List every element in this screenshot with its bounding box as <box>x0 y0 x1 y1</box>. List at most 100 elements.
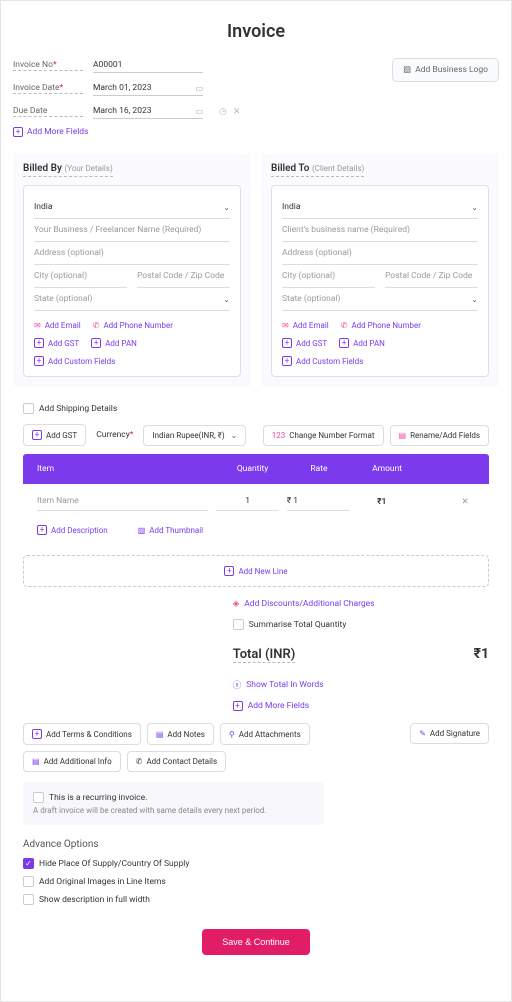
currency-select[interactable]: Indian Rupee(INR, ₹)⌄ <box>143 425 246 446</box>
add-line-button[interactable]: +Add New Line <box>23 555 489 587</box>
chevron-down-icon: ⌄ <box>471 203 478 212</box>
billed-by-add-gst-button[interactable]: +Add GST <box>34 338 79 348</box>
billed-to-add-phone-button[interactable]: ✆Add Phone Number <box>341 321 421 330</box>
total-value: ₹1 <box>474 646 489 662</box>
calendar-icon: ▭ <box>195 84 203 93</box>
billed-by-country-select[interactable]: India⌄ <box>34 196 230 219</box>
page-title: Invoice <box>13 21 499 42</box>
billed-to-address-input[interactable]: Address (optional) <box>282 242 478 265</box>
invoice-no-input[interactable]: A00001 <box>93 58 203 73</box>
invoice-date-label: Invoice Date* <box>13 83 83 94</box>
add-attachments-button[interactable]: ⚲Add Attachments <box>220 723 310 745</box>
summarise-checkbox[interactable]: Summarise Total Quantity <box>233 619 489 630</box>
billed-by-state-select[interactable]: State (optional)⌄ <box>34 288 230 311</box>
add-logo-button[interactable]: ▨ Add Business Logo <box>392 58 499 82</box>
pen-icon: ✎ <box>419 729 426 738</box>
billed-by-add-pan-button[interactable]: +Add PAN <box>91 338 137 348</box>
add-contact-button[interactable]: ✆Add Contact Details <box>127 751 226 772</box>
billed-to-add-gst-button[interactable]: +Add GST <box>282 338 327 348</box>
image-icon: ▨ <box>403 65 411 75</box>
billed-by-city-input[interactable]: City (optional) <box>34 265 127 288</box>
chevron-down-icon: ⌄ <box>231 431 238 440</box>
billed-to-city-input[interactable]: City (optional) <box>282 265 375 288</box>
billed-to-add-custom-button[interactable]: +Add Custom Fields <box>282 356 363 366</box>
number-icon: 123 <box>272 431 286 440</box>
checkbox-checked-icon: ✓ <box>23 858 34 869</box>
advance-options-title: Advance Options <box>23 839 489 850</box>
checkbox-icon <box>33 792 44 803</box>
billed-to-add-email-button[interactable]: ✉Add Email <box>282 321 329 330</box>
invoice-date-input[interactable]: March 01, 2023▭ <box>93 81 203 96</box>
plus-icon: + <box>224 566 234 576</box>
billed-to-title: Billed To (Client Details) <box>271 163 364 177</box>
billed-to-country-select[interactable]: India⌄ <box>282 196 478 219</box>
billed-to-state-select[interactable]: State (optional)⌄ <box>282 288 478 311</box>
billed-to-add-pan-button[interactable]: +Add PAN <box>339 338 385 348</box>
full-width-checkbox[interactable]: Show description in full width <box>23 894 489 905</box>
add-more-fields-total-button[interactable]: +Add More Fields <box>233 701 489 711</box>
phone-icon: ✆ <box>93 321 100 330</box>
add-notes-button[interactable]: ▤Add Notes <box>147 723 214 745</box>
save-continue-button[interactable]: Save & Continue <box>202 929 310 955</box>
mail-icon: ✉ <box>34 321 41 330</box>
billed-to-name-input[interactable]: Client's business name (Required) <box>282 219 478 242</box>
plus-icon: + <box>32 729 42 739</box>
due-date-input[interactable]: March 16, 2023▭ <box>93 104 203 119</box>
item-rate-input[interactable]: ₹ 1 <box>287 492 349 511</box>
plus-icon: + <box>91 338 101 348</box>
billed-by-address-input[interactable]: Address (optional) <box>34 242 230 265</box>
hide-place-checkbox[interactable]: ✓Hide Place Of Supply/Country Of Supply <box>23 858 489 869</box>
item-qty-input[interactable]: 1 <box>216 492 278 511</box>
billed-by-add-phone-button[interactable]: ✆Add Phone Number <box>93 321 173 330</box>
plus-icon: + <box>282 338 292 348</box>
clock-icon[interactable]: ◷ <box>219 107 227 117</box>
billed-by-name-input[interactable]: Your Business / Freelancer Name (Require… <box>34 219 230 242</box>
add-thumbnail-button[interactable]: ▨Add Thumbnail <box>138 525 203 535</box>
phone-icon: ✆ <box>341 321 348 330</box>
plus-icon: + <box>282 356 292 366</box>
add-terms-button[interactable]: +Add Terms & Conditions <box>23 723 141 745</box>
billed-by-postal-input[interactable]: Postal Code / Zip Code <box>137 265 230 288</box>
change-number-format-button[interactable]: 123Change Number Format <box>263 425 384 446</box>
plus-icon: + <box>37 525 47 535</box>
currency-label: Currency* <box>96 430 133 440</box>
plus-icon: + <box>339 338 349 348</box>
recurring-subtitle: A draft invoice will be created with sam… <box>33 806 314 815</box>
plus-icon: + <box>34 338 44 348</box>
add-signature-button[interactable]: ✎Add Signature <box>410 723 489 744</box>
close-icon[interactable]: ✕ <box>233 107 241 117</box>
checkbox-icon <box>233 619 244 630</box>
add-description-button[interactable]: +Add Description <box>37 525 108 535</box>
item-name-input[interactable]: Item Name <box>37 492 208 511</box>
billed-by-add-email-button[interactable]: ✉Add Email <box>34 321 81 330</box>
total-label: Total (INR) <box>233 647 296 663</box>
add-discounts-button[interactable]: ◈Add Discounts/Additional Charges <box>233 599 489 609</box>
invoice-no-label: Invoice No* <box>13 60 83 71</box>
show-words-button[interactable]: ⓢShow Total In Words <box>233 679 489 691</box>
plus-icon: + <box>34 356 44 366</box>
add-more-fields-button[interactable]: + Add More Fields <box>13 127 392 137</box>
mail-icon: ✉ <box>282 321 289 330</box>
billed-to-postal-input[interactable]: Postal Code / Zip Code <box>385 265 478 288</box>
add-gst-button[interactable]: +Add GST <box>23 424 86 446</box>
tag-icon: ◈ <box>233 599 240 609</box>
checkbox-icon <box>23 403 34 414</box>
rename-fields-button[interactable]: ▤Rename/Add Fields <box>390 425 489 446</box>
plus-icon: + <box>233 701 243 711</box>
recurring-checkbox[interactable]: This is a recurring invoice. <box>33 792 314 803</box>
chevron-down-icon: ⌄ <box>223 295 230 304</box>
billed-by-add-custom-button[interactable]: +Add Custom Fields <box>34 356 115 366</box>
add-images-checkbox[interactable]: Add Original Images in Line Items <box>23 876 489 887</box>
remove-row-button[interactable]: ✕ <box>455 497 475 507</box>
checkbox-icon <box>23 894 34 905</box>
attachment-icon: ⚲ <box>229 730 235 739</box>
calendar-icon: ▭ <box>195 107 203 116</box>
currency-icon: ⓢ <box>233 679 242 691</box>
image-icon: ▨ <box>138 526 146 535</box>
plus-icon: + <box>13 127 23 137</box>
due-date-label: Due Date <box>13 106 83 117</box>
item-amount: ₹1 <box>357 497 455 507</box>
shipping-checkbox[interactable]: Add Shipping Details <box>23 403 499 414</box>
chevron-down-icon: ⌄ <box>223 203 230 212</box>
add-additional-info-button[interactable]: ▤Add Additional Info <box>23 751 121 772</box>
